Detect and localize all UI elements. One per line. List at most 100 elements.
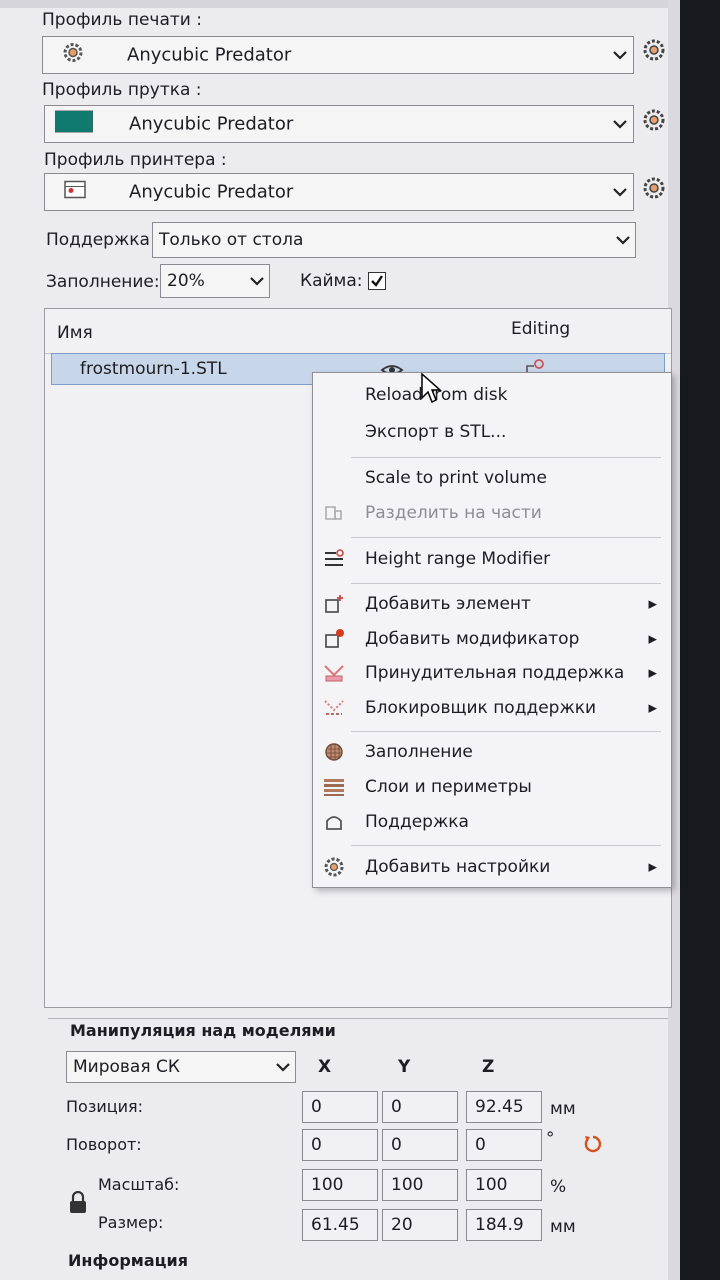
menu-item-label: Добавить модификатор — [365, 629, 580, 649]
position-y-input[interactable]: 0 — [382, 1091, 458, 1123]
menu-item-label: Принудительная поддержка — [365, 663, 625, 683]
printer-profile-label: Профиль принтера : — [44, 150, 227, 170]
scale-x-input[interactable]: 100 — [302, 1169, 378, 1201]
gear-icon[interactable] — [642, 108, 666, 132]
menu-item-label: Поддержка — [365, 812, 469, 832]
menu-item-scale-to-print-volume[interactable]: Scale to print volume — [313, 462, 671, 494]
axis-y-label: Y — [398, 1057, 411, 1077]
scale-x-value: 100 — [311, 1175, 344, 1195]
layers-icon — [324, 779, 344, 796]
split-icon — [325, 506, 342, 520]
rotation-x-input[interactable]: 0 — [302, 1129, 378, 1161]
submenu-arrow-icon: ▶ — [648, 666, 657, 680]
submenu-arrow-icon: ▶ — [648, 597, 657, 611]
checkmark-icon — [371, 275, 383, 287]
print-profile-combo[interactable]: Anycubic Predator — [42, 36, 634, 74]
support-enforcer-icon — [324, 665, 344, 682]
lock-icon[interactable] — [68, 1191, 88, 1215]
menu-separator — [351, 731, 661, 732]
position-z-value: 92.45 — [475, 1097, 524, 1117]
menu-item-support-enforcer[interactable]: Принудительная поддержка ▶ — [313, 657, 671, 689]
menu-item-label: Scale to print volume — [365, 468, 547, 488]
menu-item-add-modifier[interactable]: Добавить модификатор ▶ — [313, 623, 671, 655]
menu-separator — [351, 583, 661, 584]
filament-color-swatch — [54, 110, 94, 138]
gear-icon[interactable] — [642, 176, 666, 200]
screen-edge — [680, 0, 720, 1280]
mouse-cursor-icon — [421, 372, 442, 404]
position-unit: мм — [550, 1099, 576, 1119]
add-modifier-icon — [325, 629, 344, 648]
menu-item-infill[interactable]: Заполнение — [313, 736, 671, 768]
infill-icon — [325, 743, 343, 761]
rotation-z-input[interactable]: 0 — [466, 1129, 542, 1161]
position-y-value: 0 — [391, 1097, 402, 1117]
menu-item-layers-perimeters[interactable]: Слои и периметры — [313, 771, 671, 803]
size-z-input[interactable]: 184.9 — [466, 1209, 542, 1241]
size-x-input[interactable]: 61.45 — [302, 1209, 378, 1241]
rotation-z-value: 0 — [475, 1135, 486, 1155]
manipulation-title: Манипуляция над моделями — [70, 1021, 336, 1040]
menu-item-label: Добавить настройки — [365, 857, 551, 877]
scale-z-value: 100 — [475, 1175, 508, 1195]
size-y-input[interactable]: 20 — [382, 1209, 458, 1241]
object-name: frostmourn-1.STL — [80, 359, 227, 379]
axis-x-label: X — [318, 1057, 332, 1077]
menu-item-label: Добавить элемент — [365, 594, 531, 614]
coord-system-select[interactable]: Мировая СК — [66, 1051, 296, 1083]
column-name-header[interactable]: Имя — [57, 323, 93, 343]
scale-y-input[interactable]: 100 — [382, 1169, 458, 1201]
menu-item-support-blocker[interactable]: Блокировщик поддержки ▶ — [313, 692, 671, 724]
chevron-down-icon — [613, 51, 627, 60]
menu-item-add-part[interactable]: Добавить элемент ▶ — [313, 588, 671, 620]
scale-z-input[interactable]: 100 — [466, 1169, 542, 1201]
menu-item-support[interactable]: Поддержка — [313, 806, 671, 838]
menu-item-height-range-modifier[interactable]: Height range Modifier — [313, 543, 671, 575]
rotation-unit: ° — [546, 1129, 555, 1149]
brim-checkbox[interactable] — [368, 272, 386, 290]
rotation-y-input[interactable]: 0 — [382, 1129, 458, 1161]
menu-separator — [351, 537, 661, 538]
menu-item-add-settings[interactable]: Добавить настройки ▶ — [313, 851, 671, 883]
reset-rotation-icon[interactable] — [582, 1133, 604, 1155]
scale-label: Масштаб: — [98, 1175, 180, 1194]
coord-system-value: Мировая СК — [73, 1057, 180, 1077]
chevron-down-icon — [616, 236, 630, 245]
menu-item-label: Блокировщик поддержки — [365, 698, 597, 718]
rotation-x-value: 0 — [311, 1135, 322, 1155]
position-z-input[interactable]: 92.45 — [466, 1091, 542, 1123]
column-editing-header[interactable]: Editing — [511, 319, 570, 339]
size-label: Размер: — [98, 1213, 164, 1232]
size-x-value: 61.45 — [311, 1215, 360, 1235]
submenu-arrow-icon: ▶ — [648, 860, 657, 874]
menu-item-label: Разделить на части — [365, 503, 542, 523]
infill-select[interactable]: 20% — [160, 264, 270, 298]
top-strip — [0, 0, 680, 8]
menu-item-split-to-parts[interactable]: Разделить на части — [313, 497, 671, 529]
menu-item-export-stl[interactable]: Экспорт в STL... — [313, 416, 671, 448]
context-menu[interactable]: Reload from disk Экспорт в STL... Scale … — [312, 372, 672, 888]
chevron-down-icon — [250, 277, 264, 286]
chevron-down-icon — [613, 188, 627, 197]
menu-item-label: Height range Modifier — [365, 549, 551, 569]
size-y-value: 20 — [391, 1215, 413, 1235]
printer-profile-value: Anycubic Predator — [129, 181, 294, 203]
object-list-header: Имя Editing — [45, 309, 671, 354]
position-label: Позиция: — [66, 1097, 144, 1116]
menu-item-reload-from-disk[interactable]: Reload from disk — [313, 379, 671, 411]
chevron-down-icon — [613, 120, 627, 129]
position-x-value: 0 — [311, 1097, 322, 1117]
menu-separator — [351, 457, 661, 458]
position-x-input[interactable]: 0 — [302, 1091, 378, 1123]
support-icon — [326, 816, 342, 830]
printer-icon — [63, 179, 87, 206]
submenu-arrow-icon: ▶ — [648, 632, 657, 646]
support-select[interactable]: Только от стола — [152, 222, 636, 258]
infill-label: Заполнение: — [46, 272, 160, 292]
scale-unit: % — [550, 1177, 567, 1197]
gear-icon[interactable] — [642, 38, 666, 62]
size-unit: мм — [550, 1217, 576, 1237]
printer-profile-combo[interactable]: Anycubic Predator — [44, 173, 634, 211]
filament-profile-combo[interactable]: Anycubic Predator — [44, 105, 634, 143]
height-range-icon — [325, 549, 344, 566]
